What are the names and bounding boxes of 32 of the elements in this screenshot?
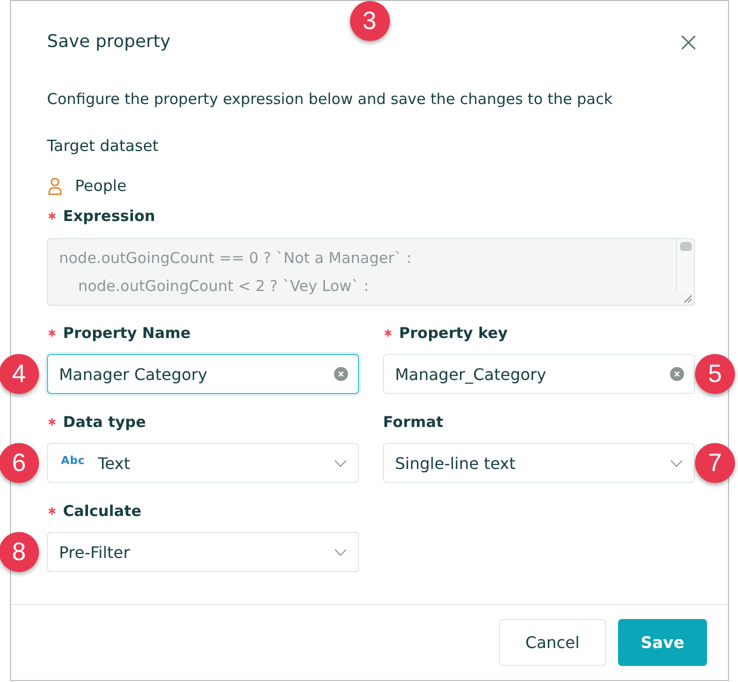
chevron-down-icon	[334, 460, 347, 466]
field-label: Calculate	[63, 501, 142, 522]
field-label: Property key	[399, 323, 508, 344]
callout-number: 5	[695, 354, 735, 394]
text-input-field[interactable]: Manager Category	[47, 354, 359, 394]
field-label: Expression	[63, 206, 156, 227]
dropdown-field[interactable]: Abc Text	[47, 443, 359, 483]
callout-number: 4	[0, 354, 39, 394]
chevron-down-icon	[670, 460, 683, 466]
callout-number: 6	[0, 443, 39, 483]
dialog-description: Configure the property expression below and save the changes to the pack	[47, 89, 614, 110]
chevron-down-icon	[334, 548, 347, 556]
dropdown-field[interactable]: Single-line text	[383, 443, 695, 483]
callout-number: 3	[350, 1, 390, 41]
clear-icon[interactable]	[670, 367, 684, 381]
target-dataset-label: Target dataset	[47, 136, 160, 157]
resize-grip-icon[interactable]	[682, 293, 692, 303]
scrollbar-thumb[interactable]	[680, 242, 692, 251]
person-icon	[48, 177, 62, 195]
field-label: Format	[383, 412, 444, 433]
field-label: Property Name	[63, 323, 191, 344]
field-label: Data type	[63, 412, 146, 433]
close-icon[interactable]	[681, 34, 696, 50]
text-input-field[interactable]: Manager_Category	[383, 354, 695, 394]
dialog-title: Save property	[47, 31, 170, 54]
cancel-button[interactable]: Cancel	[499, 619, 606, 666]
callout-number: 8	[0, 532, 39, 572]
dataset-name: People	[75, 176, 126, 197]
data-type-abbreviation: Abc	[61, 454, 85, 467]
callout-number: 7	[695, 443, 735, 483]
dropdown-field[interactable]: Pre-Filter	[47, 532, 359, 572]
clear-icon[interactable]	[334, 367, 348, 381]
